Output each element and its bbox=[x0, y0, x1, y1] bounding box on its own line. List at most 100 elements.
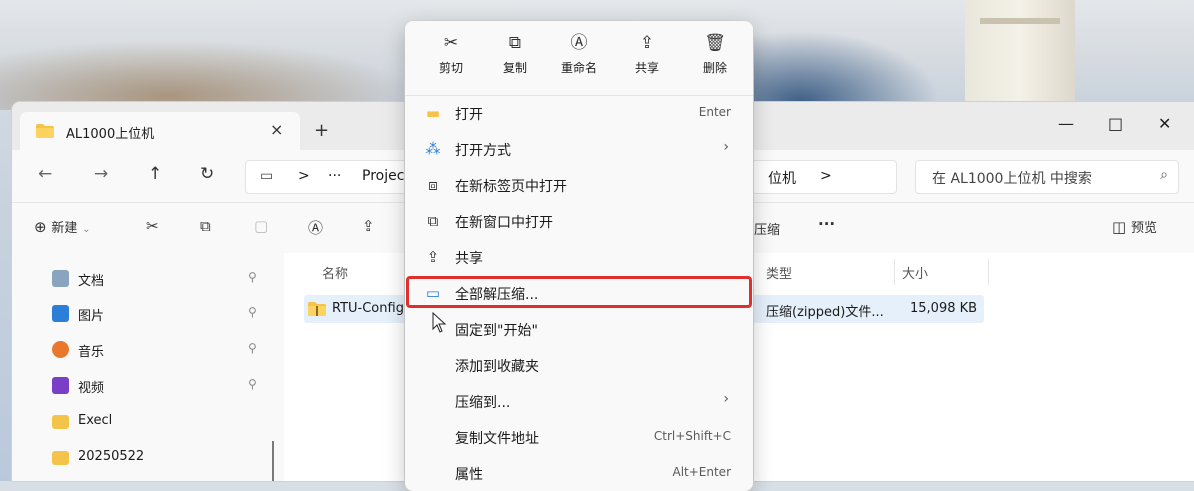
preview-label: 预览 bbox=[1130, 221, 1157, 236]
delete-button[interactable]: 🗑 删除 bbox=[687, 31, 743, 91]
menu-item-label: 属性 bbox=[455, 467, 483, 483]
close-button[interactable]: ✕ bbox=[1158, 114, 1171, 133]
back-button[interactable]: ← bbox=[38, 164, 52, 184]
minimize-button[interactable]: — bbox=[1058, 114, 1074, 133]
folder-icon bbox=[36, 124, 54, 138]
cut-label: 剪切 bbox=[438, 61, 463, 75]
rename-button[interactable]: Ⓐ 重命名 bbox=[551, 31, 607, 91]
new-button[interactable]: ⊕ 新建 ⌄ bbox=[34, 217, 91, 236]
column-header-type[interactable]: 类型 bbox=[766, 263, 792, 282]
sidebar-item-20250522[interactable]: 20250522 bbox=[52, 445, 272, 473]
menu-item-compress-to[interactable]: 压缩到... › bbox=[413, 385, 745, 417]
menu-divider bbox=[405, 95, 753, 96]
menu-item-copy-path[interactable]: 复制文件地址 Ctrl+Shift+C bbox=[413, 421, 745, 453]
sidebar-item-label: 视频 bbox=[78, 381, 105, 396]
rename-icon: Ⓐ bbox=[570, 33, 588, 53]
breadcrumb-ellipsis[interactable]: ··· bbox=[328, 168, 341, 184]
menu-item-share[interactable]: ⇪ 共享 bbox=[413, 241, 745, 273]
scissors-icon: ✂ bbox=[443, 33, 459, 53]
paste-icon[interactable]: ▢ bbox=[254, 217, 268, 235]
menu-item-open-with[interactable]: ⁂ 打开方式 › bbox=[413, 133, 745, 165]
mouse-cursor-icon bbox=[432, 312, 447, 333]
share-icon: ⇪ bbox=[426, 248, 440, 266]
menu-item-shortcut: Enter bbox=[698, 105, 731, 119]
wallpaper-shape bbox=[0, 40, 420, 110]
sidebar-item-pictures[interactable]: 图片 ⚲ bbox=[52, 301, 272, 329]
share-button[interactable]: ⇪ 共享 bbox=[619, 31, 675, 91]
rename-icon[interactable]: Ⓐ bbox=[308, 217, 323, 238]
menu-item-open-new-window[interactable]: ⧉ 在新窗口中打开 bbox=[413, 205, 745, 237]
sidebar-item-videos[interactable]: 视频 ⚲ bbox=[52, 373, 272, 401]
file-name: RTU-Config bbox=[332, 301, 404, 316]
new-window-icon: ⧉ bbox=[427, 212, 439, 230]
file-size: 15,098 KB bbox=[910, 301, 978, 316]
sidebar-item-label: 文档 bbox=[78, 274, 105, 289]
column-divider[interactable] bbox=[988, 259, 989, 285]
menu-item-label: 共享 bbox=[455, 251, 483, 267]
menu-item-label: 添加到收藏夹 bbox=[455, 359, 539, 375]
navigation-pane: 文档 ⚲ 图片 ⚲ 音乐 ⚲ 视频 ⚲ Execl 20250522 bbox=[12, 253, 284, 481]
column-header-name[interactable]: 名称 bbox=[322, 263, 348, 282]
preview-pane-icon: ◫ bbox=[1112, 218, 1127, 236]
cut-icon[interactable]: ✂ bbox=[146, 217, 159, 235]
copy-icon[interactable]: ⧉ bbox=[200, 217, 211, 235]
share-label: 共享 bbox=[634, 61, 659, 75]
pin-icon: ⚲ bbox=[248, 377, 257, 391]
folder-icon bbox=[52, 415, 69, 429]
copy-button[interactable]: ⧉ 复制 bbox=[487, 31, 543, 91]
up-button[interactable]: ↑ bbox=[148, 164, 162, 184]
zip-folder-icon bbox=[308, 302, 326, 316]
delete-label: 删除 bbox=[702, 61, 727, 75]
copy-icon: ⧉ bbox=[508, 33, 522, 53]
apps-icon: ⁂ bbox=[425, 140, 441, 158]
sidebar-item-documents[interactable]: 文档 ⚲ bbox=[52, 266, 272, 294]
copy-label: 复制 bbox=[502, 61, 527, 75]
pin-icon: ⚲ bbox=[248, 270, 257, 284]
cut-button[interactable]: ✂ 剪切 bbox=[423, 31, 479, 91]
share-icon[interactable]: ⇪ bbox=[362, 217, 375, 235]
tab-al1000[interactable]: AL1000上位机 × bbox=[20, 112, 300, 150]
column-divider[interactable] bbox=[894, 259, 895, 285]
music-icon bbox=[52, 341, 69, 358]
document-icon bbox=[52, 270, 69, 287]
search-input[interactable]: 在 AL1000上位机 中搜索 ⌕ bbox=[915, 160, 1179, 194]
chevron-right-icon: › bbox=[723, 391, 729, 407]
menu-item-label: 在新标签页中打开 bbox=[455, 179, 567, 195]
compress-button[interactable]: 压缩 bbox=[754, 219, 780, 238]
menu-item-label: 在新窗口中打开 bbox=[455, 215, 553, 231]
annotation-highlight-box bbox=[406, 276, 752, 308]
sidebar-item-label: 20250522 bbox=[78, 449, 145, 464]
menu-item-properties[interactable]: 属性 Alt+Enter bbox=[413, 457, 745, 489]
maximize-button[interactable]: □ bbox=[1108, 114, 1123, 133]
menu-item-add-favorites[interactable]: 添加到收藏夹 bbox=[413, 349, 745, 381]
folder-open-icon: ▬ bbox=[425, 104, 441, 122]
sidebar-item-execl[interactable]: Execl bbox=[52, 409, 272, 437]
new-tab-button[interactable]: + bbox=[314, 120, 329, 141]
preview-button[interactable]: ◫ 预览 bbox=[1112, 217, 1157, 236]
menu-item-open[interactable]: ▬ 打开 Enter bbox=[413, 97, 745, 129]
sidebar-item-label: Execl bbox=[78, 413, 113, 428]
forward-button[interactable]: → bbox=[94, 164, 108, 184]
folder-icon bbox=[52, 451, 69, 465]
breadcrumb-projec[interactable]: Projec bbox=[362, 168, 404, 184]
sidebar-item-music[interactable]: 音乐 ⚲ bbox=[52, 337, 272, 365]
pin-icon: ⚲ bbox=[248, 305, 257, 319]
sidebar-item-label: 音乐 bbox=[78, 345, 105, 360]
file-type: 压缩(zipped)文件... bbox=[766, 305, 884, 320]
sidebar-scrollbar[interactable] bbox=[272, 441, 274, 481]
more-options-button[interactable]: ··· bbox=[818, 215, 835, 233]
menu-item-label: 压缩到... bbox=[455, 395, 511, 411]
menu-item-pin-start[interactable]: 固定到"开始" bbox=[413, 313, 745, 345]
tab-close-button[interactable]: × bbox=[270, 120, 283, 139]
menu-item-open-new-tab[interactable]: ⧈ 在新标签页中打开 bbox=[413, 169, 745, 201]
refresh-button[interactable]: ↻ bbox=[200, 164, 214, 184]
chevron-right-icon: › bbox=[723, 139, 729, 155]
monitor-icon: ▭ bbox=[260, 168, 274, 184]
new-tab-icon: ⧈ bbox=[428, 176, 438, 194]
tab-title: AL1000上位机 bbox=[66, 127, 155, 142]
pin-icon: ⚲ bbox=[248, 341, 257, 355]
breadcrumb-al1000[interactable]: 位机 bbox=[768, 168, 796, 188]
menu-item-shortcut: Alt+Enter bbox=[672, 465, 731, 479]
new-label: 新建 bbox=[51, 221, 78, 236]
column-header-size[interactable]: 大小 bbox=[902, 263, 928, 282]
